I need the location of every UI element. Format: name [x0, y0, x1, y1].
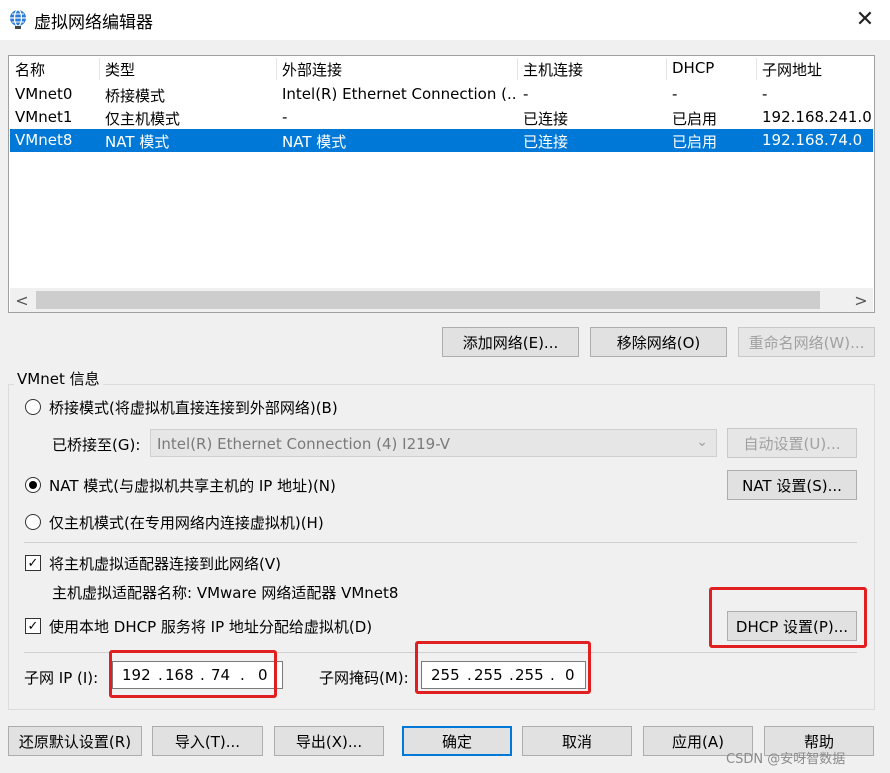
table-row-selected[interactable]: VMnet8 NAT 模式 NAT 模式 已连接 已启用 192.168.74.…: [10, 129, 873, 152]
export-button[interactable]: 导出(X)...: [274, 726, 384, 756]
close-icon[interactable]: ✕: [848, 4, 882, 34]
bridged-label[interactable]: 桥接模式(将虚拟机直接连接到外部网络)(B): [49, 397, 338, 418]
restore-defaults-button[interactable]: 还原默认设置(R): [8, 726, 142, 756]
horizontal-scrollbar[interactable]: < >: [10, 288, 873, 312]
network-globe-icon: [10, 9, 26, 29]
ok-button[interactable]: 确定: [402, 726, 512, 756]
table-row[interactable]: VMnet1 仅主机模式 - 已连接 已启用 192.168.241.0: [10, 106, 873, 129]
add-network-button[interactable]: 添加网络(E)...: [442, 327, 579, 357]
network-list[interactable]: 名称 类型 外部连接 主机连接 DHCP 子网地址 VMnet0 桥接模式 In…: [8, 55, 875, 313]
watermark: CSDN @安呀智数据: [726, 752, 846, 767]
column-header-host[interactable]: 主机连接: [523, 59, 583, 80]
column-header-external[interactable]: 外部连接: [282, 59, 342, 80]
vmnet-info-title: VMnet 信息: [14, 368, 103, 389]
remove-network-button[interactable]: 移除网络(O): [590, 327, 727, 357]
scrollbar-thumb[interactable]: [36, 291, 820, 309]
title-bar: 虚拟网络编辑器 ✕: [0, 0, 890, 40]
adapter-name-label: 主机虚拟适配器名称: VMware 网络适配器 VMnet8: [52, 584, 399, 602]
divider: [24, 542, 857, 543]
bridged-to-label: 已桥接至(G):: [52, 436, 141, 454]
column-header-type[interactable]: 类型: [105, 59, 135, 80]
hostonly-label[interactable]: 仅主机模式(在专用网络内连接虚拟机)(H): [49, 512, 324, 533]
subnet-ip-label: 子网 IP (I):: [24, 669, 99, 687]
highlight-box-subnet-mask: [415, 641, 591, 694]
hostonly-radio[interactable]: [25, 514, 41, 530]
nat-label[interactable]: NAT 模式(与虚拟机共享主机的 IP 地址)(N): [49, 475, 336, 496]
subnet-mask-label: 子网掩码(M):: [319, 669, 409, 687]
dhcp-checkbox[interactable]: ✓: [25, 618, 41, 634]
dhcp-label[interactable]: 使用本地 DHCP 服务将 IP 地址分配给虚拟机(D): [49, 616, 372, 637]
scroll-right-icon[interactable]: >: [849, 288, 873, 312]
bridged-radio[interactable]: [25, 399, 41, 415]
import-button[interactable]: 导入(T)...: [152, 726, 263, 756]
connect-adapter-label[interactable]: 将主机虚拟适配器连接到此网络(V): [49, 553, 281, 574]
rename-network-button[interactable]: 重命名网络(W)...: [738, 327, 875, 357]
window-title: 虚拟网络编辑器: [34, 13, 153, 33]
highlight-box-dhcp: [709, 587, 867, 648]
scroll-left-icon[interactable]: <: [10, 288, 34, 312]
nat-radio[interactable]: [25, 477, 41, 493]
nat-settings-button[interactable]: NAT 设置(S)...: [727, 470, 857, 500]
bridged-to-select[interactable]: Intel(R) Ethernet Connection (4) I219-V …: [150, 429, 717, 457]
chevron-down-icon: ⌄: [696, 434, 708, 450]
column-header-name[interactable]: 名称: [15, 59, 45, 80]
column-header-subnet[interactable]: 子网地址: [762, 59, 822, 80]
highlight-box-subnet-ip: [109, 650, 277, 698]
connect-adapter-checkbox[interactable]: ✓: [25, 555, 41, 571]
cancel-button[interactable]: 取消: [522, 726, 632, 756]
table-row[interactable]: VMnet0 桥接模式 Intel(R) Ethernet Connection…: [10, 83, 873, 106]
auto-settings-button[interactable]: 自动设置(U)...: [727, 428, 857, 458]
column-header-dhcp[interactable]: DHCP: [672, 59, 714, 77]
